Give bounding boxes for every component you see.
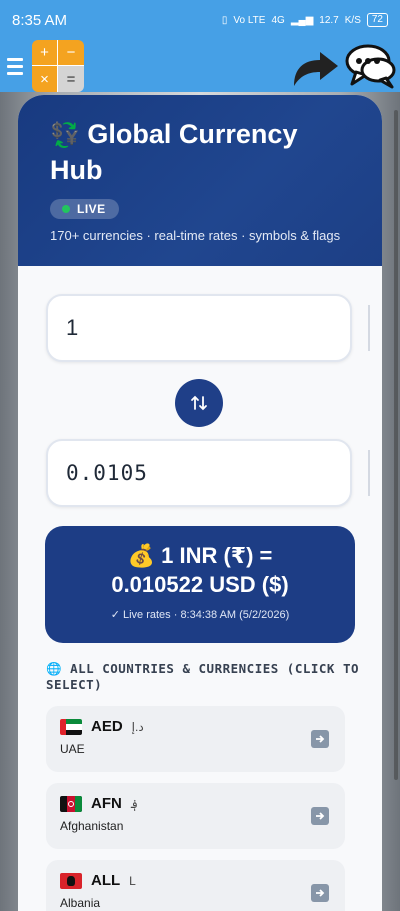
- uae-flag-icon: [60, 718, 82, 735]
- country-item-aed[interactable]: AED د.إ UAE: [46, 706, 345, 772]
- afghanistan-flag-icon: [60, 795, 82, 812]
- countries-section-title: 🌐 ALL COUNTRIES & CURRENCIES (CLICK TO S…: [46, 661, 366, 693]
- rate-from-text: 1 INR (₹) =: [161, 543, 273, 568]
- currency-exchange-icon: 💱: [50, 122, 80, 149]
- rate-timestamp: ✓ Live rates · 8:34:38 AM (5/2/2026): [110, 609, 290, 621]
- rate-panel: 💰 1 INR (₹) = 0.010522 USD ($) ✓ Live ra…: [45, 526, 355, 643]
- country-name: Albania: [60, 896, 101, 910]
- rate-line-1: 💰 1 INR (₹) =: [45, 541, 355, 570]
- country-name: Afghanistan: [60, 819, 124, 833]
- countries-section-title-text: ALL COUNTRIES & CURRENCIES (CLICK TO SEL…: [46, 661, 360, 692]
- currency-symbol: د.إ: [131, 719, 144, 734]
- calc-times: ×: [32, 66, 58, 92]
- app-toolbar: + − × =: [0, 40, 400, 92]
- calculator-logo-icon: + − × =: [32, 40, 84, 92]
- live-badge: LIVE: [50, 199, 119, 219]
- currency-code: AFN: [91, 795, 122, 812]
- signal-icon: ▂▄▆: [290, 14, 314, 26]
- from-currency-select-edge[interactable]: [368, 305, 370, 351]
- swap-arrows-icon: [191, 395, 207, 411]
- calc-minus: −: [58, 40, 84, 66]
- page-title-text: Global Currency Hub: [50, 119, 298, 185]
- speed-value: 12.7: [319, 14, 339, 26]
- scrollbar[interactable]: [394, 110, 398, 780]
- live-dot-icon: [62, 205, 70, 213]
- volte-label: Vo LTE: [233, 14, 266, 26]
- select-arrow-icon[interactable]: [311, 884, 329, 902]
- currency-symbol: L: [129, 873, 136, 888]
- hero-subtitle: 170+ currencies · real-time rates · symb…: [50, 228, 341, 243]
- rate-line-2: 0.010522 USD ($): [111, 572, 289, 597]
- network-type-label: 4G: [271, 14, 285, 26]
- globe-icon: 🌐: [46, 661, 63, 676]
- status-icons: ▯ Vo LTE 4G ▂▄▆ 12.7 K/S 72: [222, 13, 388, 27]
- battery-icon: 72: [366, 13, 388, 27]
- amount-input[interactable]: [66, 315, 332, 341]
- country-item-afn[interactable]: AFN ؋ Afghanistan: [46, 783, 345, 849]
- converter-card: 💱 Global Currency Hub LIVE 170+ currenci…: [18, 95, 382, 911]
- swap-currencies-button[interactable]: [175, 379, 223, 427]
- currency-code: ALL: [91, 872, 121, 889]
- share-arrow-icon[interactable]: [288, 42, 342, 90]
- currency-code: AED: [91, 718, 123, 735]
- result-field[interactable]: [46, 439, 352, 507]
- live-badge-label: LIVE: [77, 202, 106, 216]
- country-item-all[interactable]: ALL L Albania: [46, 860, 345, 911]
- calc-equals: =: [58, 66, 84, 92]
- country-name: UAE: [60, 742, 85, 756]
- speed-unit: K/S: [344, 14, 361, 26]
- menu-icon[interactable]: [0, 40, 30, 92]
- amount-field[interactable]: [46, 294, 352, 362]
- money-bag-icon: 💰: [127, 543, 155, 568]
- calc-plus: +: [32, 40, 58, 66]
- hero-header: 💱 Global Currency Hub LIVE 170+ currenci…: [18, 95, 382, 266]
- chat-bubble-icon[interactable]: [342, 42, 398, 90]
- page-title: 💱 Global Currency Hub: [50, 117, 350, 187]
- vibrate-icon: ▯: [221, 14, 228, 26]
- currency-symbol: ؋: [130, 796, 138, 811]
- select-arrow-icon[interactable]: [311, 807, 329, 825]
- select-arrow-icon[interactable]: [311, 730, 329, 748]
- status-bar: 8:35 AM ▯ Vo LTE 4G ▂▄▆ 12.7 K/S 72: [0, 0, 400, 40]
- to-currency-select-edge[interactable]: [368, 450, 370, 496]
- result-output[interactable]: [66, 461, 332, 485]
- albania-flag-icon: [60, 872, 82, 889]
- status-time: 8:35 AM: [12, 11, 68, 29]
